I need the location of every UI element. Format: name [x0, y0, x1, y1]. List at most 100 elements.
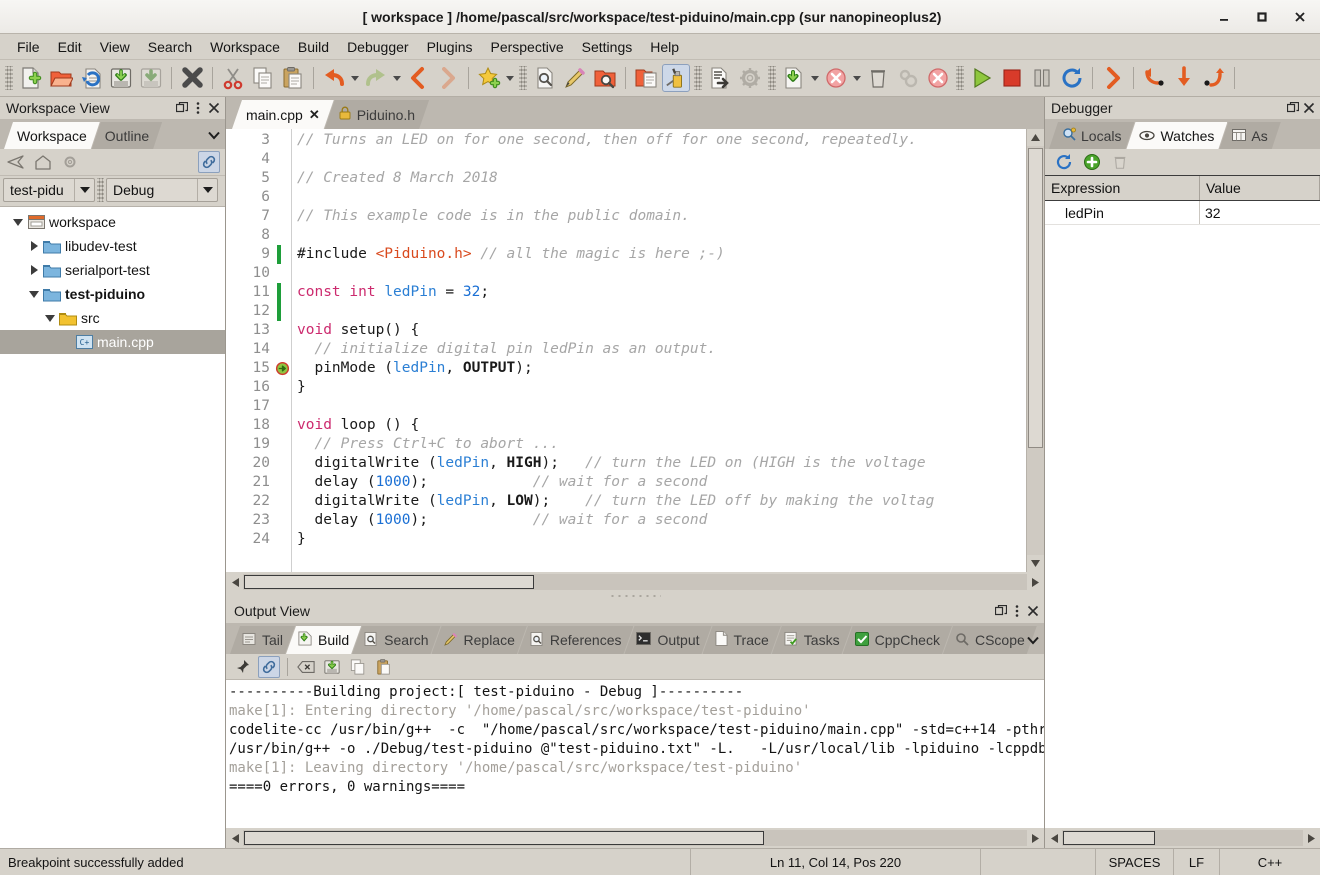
twisty-open-icon[interactable]: [26, 282, 42, 306]
close-pane-icon[interactable]: [1302, 100, 1316, 116]
run-icon[interactable]: [968, 64, 996, 92]
menu-workspace[interactable]: Workspace: [201, 36, 289, 58]
float-pane-icon[interactable]: [1286, 100, 1300, 116]
output-tab-build[interactable]: Build: [286, 626, 361, 654]
pane-menu-icon[interactable]: [191, 100, 205, 116]
close-button[interactable]: [1290, 7, 1310, 27]
save-icon[interactable]: [321, 656, 343, 678]
menu-perspective[interactable]: Perspective: [481, 36, 572, 58]
column-header-expression[interactable]: Expression: [1045, 176, 1200, 200]
debugger-tab-asm[interactable]: As: [1219, 122, 1280, 149]
output-tabs-overflow-chevron-down-icon[interactable]: [1024, 630, 1042, 650]
add-watch-icon[interactable]: [1081, 151, 1103, 173]
hscroll-track[interactable]: [243, 830, 1027, 846]
scroll-right-icon[interactable]: [1027, 574, 1043, 590]
pin-icon[interactable]: [232, 656, 254, 678]
bookmark-icon[interactable]: [475, 64, 503, 92]
output-horizontal-scrollbar[interactable]: [226, 828, 1044, 848]
workspace-tree[interactable]: workspace libudev-test serialport-test t…: [0, 206, 225, 848]
tabs-overflow-chevron-down-icon[interactable]: [205, 125, 223, 145]
replace-icon[interactable]: [561, 64, 589, 92]
editor-text-area[interactable]: 3 4 5 6 7 8 9 10 11 12 13 14 15 16 17 18…: [226, 129, 1026, 572]
tree-item-main-cpp[interactable]: C+ main.cpp: [0, 330, 225, 354]
toolbar-grip-4[interactable]: [768, 66, 776, 90]
minimize-button[interactable]: [1214, 7, 1234, 27]
forward-icon[interactable]: [434, 64, 462, 92]
link-icon[interactable]: [258, 655, 280, 678]
find-in-files-icon[interactable]: [591, 64, 619, 92]
horizontal-splitter[interactable]: [226, 592, 1044, 599]
column-header-value[interactable]: Value: [1200, 176, 1320, 200]
scroll-right-icon[interactable]: [1303, 830, 1319, 846]
hscroll-track[interactable]: [1062, 830, 1303, 846]
tree-item-src[interactable]: src: [0, 306, 225, 330]
open-file-icon[interactable]: [47, 64, 75, 92]
close-file-icon[interactable]: [178, 64, 206, 92]
breakpoint-icon[interactable]: [275, 361, 290, 376]
output-tab-tasks[interactable]: Tasks: [772, 626, 852, 654]
output-tab-trace[interactable]: Trace: [703, 626, 781, 654]
hscroll-thumb[interactable]: [244, 831, 764, 845]
scroll-right-icon[interactable]: [1027, 830, 1043, 846]
toolbar-grip-3[interactable]: [694, 66, 702, 90]
close-pane-icon[interactable]: [1026, 603, 1040, 619]
scroll-down-icon[interactable]: [1027, 555, 1044, 572]
output-tab-replace[interactable]: Replace: [432, 626, 527, 654]
twisty-closed-icon[interactable]: [26, 234, 42, 258]
stop-debug-icon[interactable]: [998, 64, 1026, 92]
menu-debugger[interactable]: Debugger: [338, 36, 418, 58]
output-tab-tail[interactable]: Tail: [230, 626, 295, 654]
gear-icon[interactable]: [736, 64, 764, 92]
menu-view[interactable]: View: [91, 36, 139, 58]
find-resource-icon[interactable]: [632, 64, 660, 92]
twisty-closed-icon[interactable]: [26, 258, 42, 282]
tree-item-test-piduino[interactable]: test-piduino: [0, 282, 225, 306]
save-all-icon[interactable]: [137, 64, 165, 92]
menu-edit[interactable]: Edit: [49, 36, 91, 58]
undo-dropdown-icon[interactable]: [349, 64, 361, 92]
menu-plugins[interactable]: Plugins: [418, 36, 482, 58]
home-icon[interactable]: [32, 151, 54, 173]
restart-icon[interactable]: [1058, 64, 1086, 92]
hscroll-thumb[interactable]: [1063, 831, 1155, 845]
highlight-word-icon[interactable]: [662, 64, 690, 92]
scroll-track[interactable]: [1027, 146, 1044, 555]
collapse-icon[interactable]: [198, 151, 220, 173]
project-select[interactable]: test-pidu: [3, 178, 95, 202]
twisty-open-icon[interactable]: [10, 210, 26, 234]
toolbar-grip[interactable]: [5, 66, 13, 90]
chevron-down-icon[interactable]: [74, 179, 94, 201]
editor-code[interactable]: // Turns an LED on for one second, then …: [292, 129, 1026, 572]
maximize-button[interactable]: [1252, 7, 1272, 27]
build-clean-icon[interactable]: [822, 64, 850, 92]
build-output-text[interactable]: ----------Building project:[ test-piduin…: [226, 680, 1044, 828]
config-select[interactable]: Debug: [106, 178, 218, 202]
editor-horizontal-scrollbar[interactable]: [226, 572, 1044, 592]
clean-dropdown-icon[interactable]: [851, 64, 863, 92]
back-icon[interactable]: [404, 64, 432, 92]
tree-item-serialport-test[interactable]: serialport-test: [0, 258, 225, 282]
scroll-up-icon[interactable]: [1027, 129, 1044, 146]
eol-mode[interactable]: LF: [1174, 849, 1220, 875]
rebuild-icon[interactable]: [894, 64, 922, 92]
redo-dropdown-icon[interactable]: [391, 64, 403, 92]
close-pane-icon[interactable]: [207, 100, 221, 116]
hscroll-thumb[interactable]: [244, 575, 534, 589]
scroll-left-icon[interactable]: [227, 574, 243, 590]
copy-icon[interactable]: [347, 656, 369, 678]
pane-menu-icon[interactable]: [1010, 603, 1024, 619]
menu-build[interactable]: Build: [289, 36, 338, 58]
selector-grip[interactable]: [97, 178, 104, 202]
stop-build-icon[interactable]: [924, 64, 952, 92]
build-icon[interactable]: [780, 64, 808, 92]
redo-icon[interactable]: [362, 64, 390, 92]
save-icon[interactable]: [107, 64, 135, 92]
twisty-open-icon[interactable]: [42, 306, 58, 330]
float-pane-icon[interactable]: [175, 100, 189, 116]
paste-icon[interactable]: [279, 64, 307, 92]
debugger-tab-locals[interactable]: Locals: [1049, 122, 1134, 149]
output-tab-search[interactable]: Search: [352, 626, 440, 654]
output-tab-cscope[interactable]: CScope: [943, 626, 1037, 654]
indent-mode[interactable]: SPACES: [1096, 849, 1174, 875]
chevron-down-icon[interactable]: [197, 179, 217, 201]
